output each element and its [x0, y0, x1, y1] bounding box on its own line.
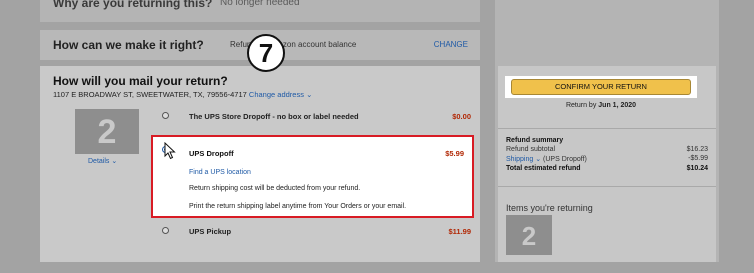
refund-change-link[interactable]: CHANGE: [434, 40, 468, 49]
return-by-date: Jun 1, 2020: [598, 102, 637, 109]
confirm-return-button[interactable]: CONFIRM YOUR RETURN: [511, 79, 691, 95]
return-reason-panel: Why are you returning this? No longer ne…: [40, 0, 480, 22]
return-page: Why are you returning this? No longer ne…: [0, 0, 754, 273]
option-label-ups-dropoff: UPS Dropoff: [189, 149, 234, 158]
item-thumbnail: 2: [75, 109, 139, 154]
chevron-down-icon: ⌄: [535, 156, 542, 163]
mouse-cursor-icon: [164, 142, 176, 160]
radio-ups-store-dropoff[interactable]: [162, 112, 169, 119]
shipping-address: 1107 E BROADWAY ST, SWEETWATER, TX, 7955…: [53, 90, 312, 99]
shipping-cost-note: Return shipping cost will be deducted fr…: [189, 185, 361, 192]
shipping-value: -$5.99: [688, 155, 708, 162]
refund-summary-title: Refund summary: [506, 137, 564, 144]
return-by-text: Return by Jun 1, 2020: [565, 102, 637, 109]
total-refund-value: $10.24: [686, 165, 708, 172]
find-ups-location-link[interactable]: Find a UPS location: [189, 169, 251, 176]
option-label-ups-store-dropoff: The UPS Store Dropoff - no box or label …: [189, 112, 359, 121]
items-returning-title: Items you're returning: [506, 203, 593, 213]
chevron-down-icon: ⌄: [306, 90, 313, 99]
option-price-ups-store-dropoff: $0.00: [452, 112, 471, 121]
option-price-ups-dropoff: $5.99: [445, 149, 464, 158]
sidebar-divider: [498, 186, 716, 187]
change-address-link[interactable]: Change address ⌄: [249, 90, 312, 99]
chevron-down-icon: ⌄: [111, 158, 118, 165]
details-link[interactable]: Details ⌄: [88, 157, 117, 165]
shipping-link[interactable]: Shipping: [506, 156, 533, 163]
option-price-ups-pickup: $11.99: [448, 227, 471, 236]
mail-return-question: How will you mail your return?: [53, 74, 228, 88]
refund-subtotal-value: $16.23: [686, 146, 708, 153]
return-reason-answer: No longer needed: [220, 0, 300, 8]
sidebar-divider: [498, 128, 716, 129]
address-text: 1107 E BROADWAY ST, SWEETWATER, TX, 7955…: [53, 90, 247, 99]
print-label-note: Print the return shipping label anytime …: [189, 203, 407, 210]
step-badge-7: 7: [247, 34, 285, 72]
option-label-ups-pickup: UPS Pickup: [189, 227, 232, 236]
returning-item-thumbnail: 2: [506, 215, 552, 255]
refund-method-question: How can we make it right?: [53, 38, 204, 52]
selected-option-box[interactable]: UPS Dropoff $5.99 Find a UPS location Re…: [151, 135, 474, 218]
return-reason-question: Why are you returning this?: [53, 0, 213, 10]
radio-ups-pickup[interactable]: [162, 227, 169, 234]
